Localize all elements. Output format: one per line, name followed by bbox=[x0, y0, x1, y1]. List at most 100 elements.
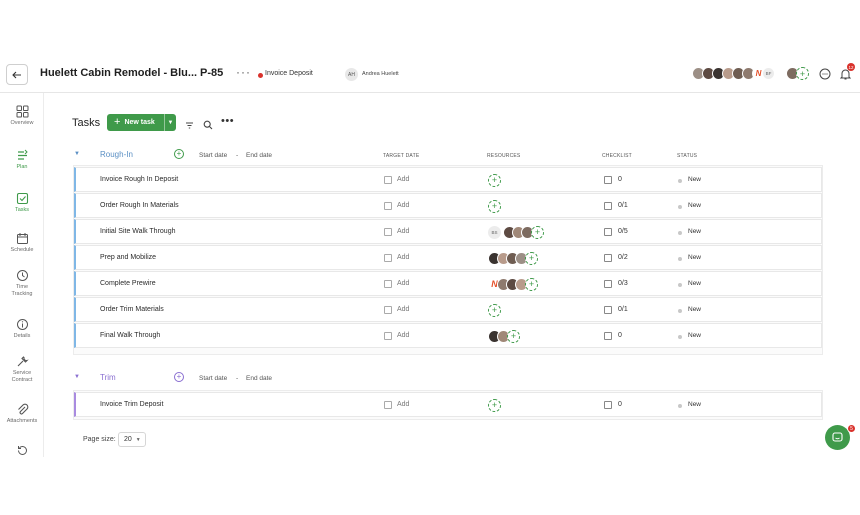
group-end-date[interactable]: End date bbox=[246, 152, 272, 159]
checklist-count: 0/5 bbox=[618, 228, 628, 235]
task-row[interactable]: Prep and Mobilize Add + 0/2 New bbox=[74, 245, 822, 270]
resources[interactable]: BS + bbox=[488, 225, 544, 239]
task-row[interactable]: Complete Prewire Add N + 0/3 New bbox=[74, 271, 822, 296]
project-code: P-85 bbox=[200, 67, 224, 79]
group-start-date[interactable]: Start date bbox=[199, 152, 227, 159]
add-member-button[interactable]: + bbox=[796, 67, 809, 80]
add-resource-button[interactable]: + bbox=[507, 329, 520, 343]
task-row[interactable]: Invoice Trim Deposit Add + 0 New bbox=[74, 392, 822, 417]
project-more-button[interactable]: ··· bbox=[236, 65, 251, 79]
add-resource-button[interactable]: + bbox=[488, 398, 501, 412]
task-row[interactable]: Order Trim Materials Add + 0/1 New bbox=[74, 297, 822, 322]
sidebar-item-schedule[interactable]: Schedule bbox=[0, 232, 44, 254]
date-separator: - bbox=[236, 375, 239, 382]
group-name[interactable]: Rough-In bbox=[100, 150, 133, 159]
status-badge[interactable]: New bbox=[688, 254, 701, 261]
history-icon bbox=[17, 445, 27, 455]
page-size-select[interactable]: 20 ▼ bbox=[118, 432, 146, 447]
task-name[interactable]: Complete Prewire bbox=[100, 280, 156, 287]
collapse-toggle[interactable]: ▼ bbox=[74, 151, 80, 157]
checklist-count: 0/3 bbox=[618, 280, 628, 287]
plan-icon bbox=[17, 149, 28, 160]
sidebar-item-tasks[interactable]: Tasks bbox=[0, 192, 44, 214]
chat-button[interactable] bbox=[818, 67, 832, 81]
owner-avatar[interactable]: AH bbox=[345, 68, 358, 81]
target-date-add[interactable]: Add bbox=[397, 332, 409, 339]
resources[interactable]: + bbox=[488, 303, 501, 317]
task-row[interactable]: Initial Site Walk Through Add BS + 0/5 N… bbox=[74, 219, 822, 244]
group-name[interactable]: Trim bbox=[100, 373, 116, 382]
new-task-dropdown[interactable]: ▼ bbox=[164, 114, 176, 131]
status-dot-icon bbox=[678, 309, 682, 313]
notification-badge: 12 bbox=[847, 63, 855, 71]
calendar-icon bbox=[384, 254, 392, 262]
add-resource-button[interactable]: + bbox=[531, 225, 544, 239]
task-name[interactable]: Order Trim Materials bbox=[100, 306, 164, 313]
status-badge[interactable]: New bbox=[688, 228, 701, 235]
resources[interactable]: + bbox=[488, 329, 520, 343]
add-task-to-group-button[interactable]: + bbox=[174, 149, 184, 159]
team-avatars[interactable]: N BF bbox=[692, 67, 775, 81]
task-name[interactable]: Initial Site Walk Through bbox=[100, 228, 175, 235]
new-task-button[interactable]: + New task ▼ bbox=[107, 114, 176, 131]
page-title: Tasks bbox=[72, 117, 101, 129]
project-status[interactable]: Invoice Deposit bbox=[265, 70, 313, 77]
add-resource-button[interactable]: + bbox=[525, 277, 538, 291]
task-name[interactable]: Order Rough In Materials bbox=[100, 202, 179, 209]
task-name[interactable]: Invoice Rough In Deposit bbox=[100, 176, 178, 183]
checklist-count: 0/2 bbox=[618, 254, 628, 261]
task-name[interactable]: Invoice Trim Deposit bbox=[100, 401, 163, 408]
sidebar-item-history[interactable] bbox=[0, 444, 44, 457]
sidebar-item-time-tracking[interactable]: Time Tracking bbox=[0, 269, 44, 297]
sidebar-item-plan[interactable]: Plan bbox=[0, 149, 44, 171]
target-date-add[interactable]: Add bbox=[397, 176, 409, 183]
resources[interactable]: + bbox=[488, 199, 501, 213]
group-header-trim: ▼ Trim + Start date - End date bbox=[44, 371, 824, 387]
status-badge[interactable]: New bbox=[688, 280, 701, 287]
calendar-icon bbox=[384, 401, 392, 409]
search-button[interactable] bbox=[203, 117, 213, 135]
task-row[interactable]: Order Rough In Materials Add + 0/1 New bbox=[74, 193, 822, 218]
task-name[interactable]: Final Walk Through bbox=[100, 332, 160, 339]
group-start-date[interactable]: Start date bbox=[199, 375, 227, 382]
resources[interactable]: + bbox=[488, 398, 501, 412]
back-button[interactable] bbox=[6, 64, 28, 85]
target-date-add[interactable]: Add bbox=[397, 254, 409, 261]
status-badge[interactable]: New bbox=[688, 332, 701, 339]
add-resource-button[interactable]: + bbox=[488, 173, 501, 187]
task-name[interactable]: Prep and Mobilize bbox=[100, 254, 156, 261]
new-task-label: New task bbox=[124, 119, 155, 126]
sidebar-item-details[interactable]: Details bbox=[0, 318, 44, 340]
team-avatars-extra[interactable]: + bbox=[786, 67, 809, 81]
filter-button[interactable] bbox=[185, 117, 194, 135]
sidebar-item-attachments[interactable]: Attachments bbox=[0, 403, 44, 425]
status-badge[interactable]: New bbox=[688, 176, 701, 183]
target-date-add[interactable]: Add bbox=[397, 202, 409, 209]
status-badge[interactable]: New bbox=[688, 306, 701, 313]
collapse-toggle[interactable]: ▼ bbox=[74, 374, 80, 380]
add-resource-button[interactable]: + bbox=[488, 303, 501, 317]
sidebar-item-label: Tasks bbox=[14, 207, 30, 213]
group-end-date[interactable]: End date bbox=[246, 375, 272, 382]
calendar-icon bbox=[384, 176, 392, 184]
status-badge[interactable]: New bbox=[688, 202, 701, 209]
target-date-add[interactable]: Add bbox=[397, 306, 409, 313]
target-date-add[interactable]: Add bbox=[397, 228, 409, 235]
target-date-add[interactable]: Add bbox=[397, 401, 409, 408]
add-resource-button[interactable]: + bbox=[488, 199, 501, 213]
project-title[interactable]: Huelett Cabin Remodel - Blu... bbox=[40, 67, 197, 79]
resources[interactable]: + bbox=[488, 173, 501, 187]
add-resource-button[interactable]: + bbox=[525, 251, 538, 265]
resources[interactable]: N + bbox=[488, 277, 538, 291]
target-date-add[interactable]: Add bbox=[397, 280, 409, 287]
calendar-icon bbox=[384, 306, 392, 314]
chat-bubble-icon bbox=[819, 68, 831, 80]
sidebar-item-overview[interactable]: Overview bbox=[0, 105, 44, 127]
more-options-button[interactable]: ••• bbox=[221, 115, 234, 127]
status-badge[interactable]: New bbox=[688, 401, 701, 408]
resources[interactable]: + bbox=[488, 251, 538, 265]
add-task-to-group-button[interactable]: + bbox=[174, 372, 184, 382]
task-row[interactable]: Final Walk Through Add + 0 New bbox=[74, 323, 822, 348]
task-row[interactable]: Invoice Rough In Deposit Add + 0 New bbox=[74, 167, 822, 192]
sidebar-item-service-contract[interactable]: Service Contract bbox=[0, 355, 44, 383]
